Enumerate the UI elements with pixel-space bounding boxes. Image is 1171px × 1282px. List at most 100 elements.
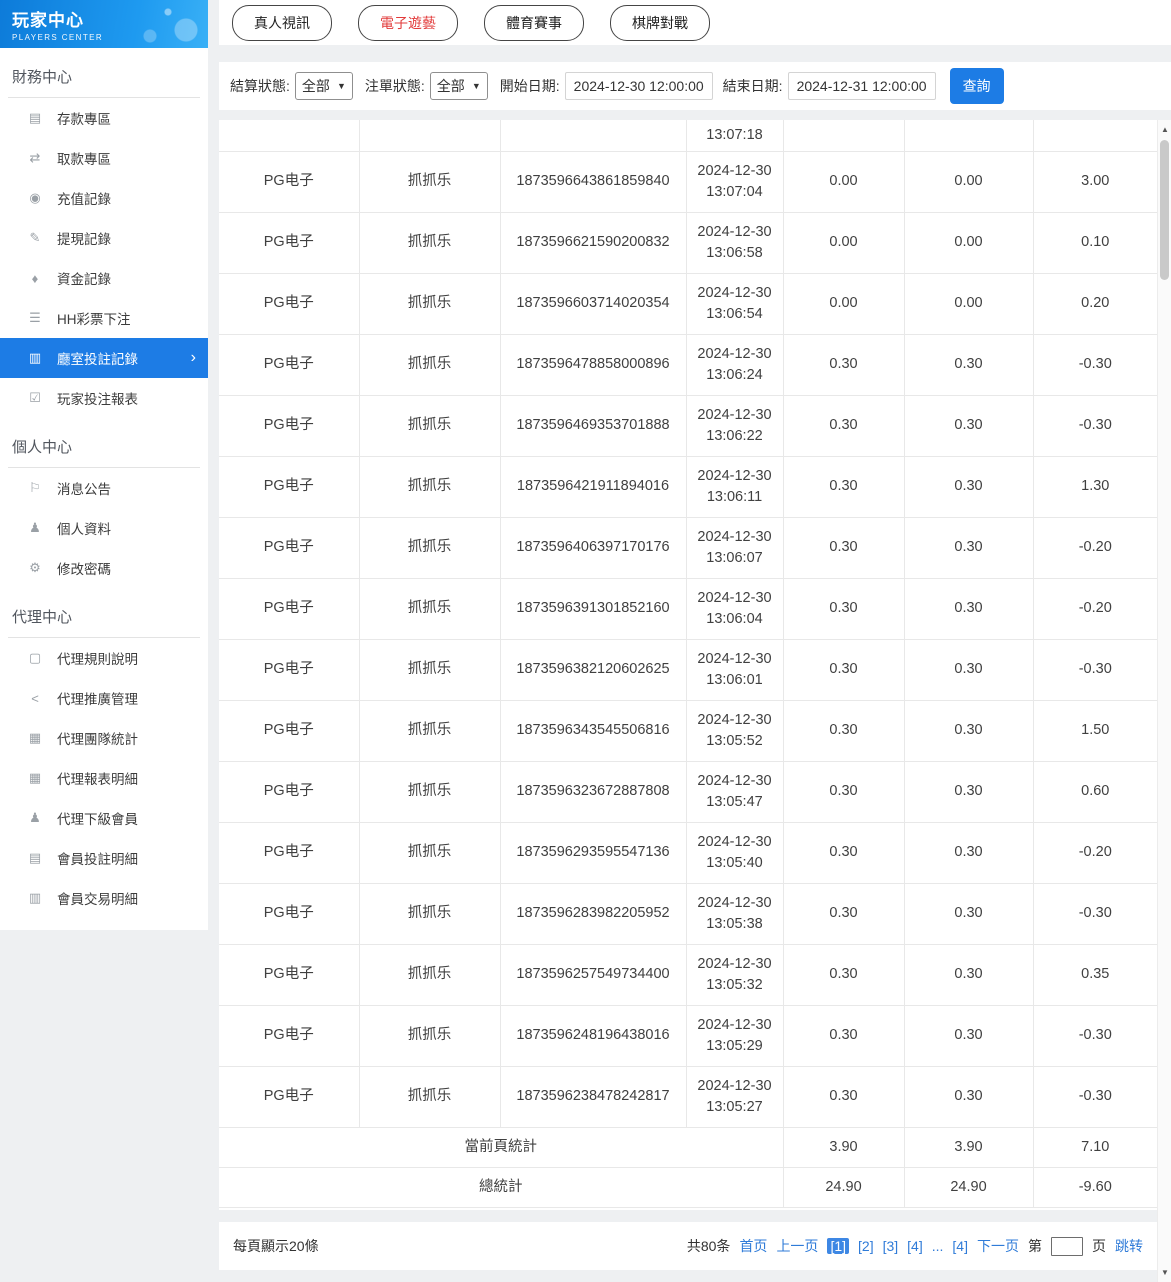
page-link[interactable]: [4] [907, 1238, 923, 1254]
tab-sports[interactable]: 體育賽事 [484, 5, 584, 41]
jump-link[interactable]: 跳转 [1115, 1236, 1143, 1256]
summary-label: 當前頁統計 [219, 1127, 783, 1167]
deposit-icon: ▤ [26, 110, 44, 126]
sidebar-item-agent-sub-members[interactable]: ♟ 代理下級會員 [0, 798, 208, 838]
sidebar-item-label: 代理下級會員 [57, 808, 138, 828]
sidebar-item-agent-team-stats[interactable]: ▦ 代理團隊統計 [0, 718, 208, 758]
app-title: 玩家中心 [12, 6, 208, 31]
sidebar-item-label: 取款專區 [57, 148, 111, 168]
pagination-bar: 每頁顯示20條 共80条 首页 上一页 [1][2][3][4]...[4] 下… [219, 1222, 1157, 1270]
settle-status-label: 結算狀態: [230, 76, 290, 96]
summary-row: 當前頁統計3.903.907.10 [219, 1127, 1157, 1167]
scrollbar-thumb[interactable] [1160, 140, 1169, 280]
sidebar-item-label: 代理規則說明 [57, 648, 138, 668]
sidebar-item-label: 存款專區 [57, 108, 111, 128]
vertical-scrollbar[interactable]: ▲ ▼ [1157, 120, 1171, 1282]
table-row: PG电子抓抓乐18735962575497344002024-12-30 13:… [219, 944, 1157, 1005]
bell-icon: ⚐ [26, 480, 44, 496]
order-status-value: 全部 [437, 76, 465, 96]
sidebar-section-title: 代理中心 [8, 598, 200, 638]
withdrawal-record-icon: ✎ [26, 230, 44, 246]
sidebar-item-label: 玩家投注報表 [57, 388, 138, 408]
person-icon: ♟ [26, 520, 44, 536]
table-row: PG电子抓抓乐18735966438618598402024-12-30 13:… [219, 151, 1157, 212]
table-row: PG电子抓抓乐18735963435455068162024-12-30 13:… [219, 700, 1157, 761]
settle-status-value: 全部 [302, 76, 330, 96]
order-status-select[interactable]: 全部 ▼ [430, 72, 488, 100]
table-row: PG电子抓抓乐18735963913018521602024-12-30 13:… [219, 578, 1157, 639]
sidebar-item-player-bet-report[interactable]: ☑ 玩家投注報表 [0, 378, 208, 418]
document-icon: ▢ [26, 650, 44, 666]
summary-row: 總統計24.9024.90-9.60 [219, 1167, 1157, 1207]
sidebar-item-label: 消息公告 [57, 478, 111, 498]
page-links: [1][2][3][4]...[4] [827, 1238, 968, 1254]
page-link[interactable]: [1] [827, 1238, 849, 1254]
chart-icon: ▦ [26, 730, 44, 746]
sidebar-item-label: 會員交易明細 [57, 888, 138, 908]
pagination-controls: 共80条 首页 上一页 [1][2][3][4]...[4] 下一页 第 页 跳… [687, 1236, 1143, 1256]
bet-records: 13:07:18PG电子抓抓乐18735966438618598402024-1… [219, 120, 1157, 1208]
sidebar-section-title: 財務中心 [8, 58, 200, 98]
first-page-link[interactable]: 首页 [739, 1236, 767, 1256]
end-date-input[interactable] [788, 72, 936, 100]
jump-suffix: 页 [1092, 1236, 1106, 1256]
page-size-text: 每頁顯示20條 [233, 1236, 319, 1256]
page-link[interactable]: [2] [858, 1238, 874, 1254]
total-count: 共80条 [687, 1236, 731, 1256]
table-row: PG电子抓抓乐18735964063971701762024-12-30 13:… [219, 517, 1157, 578]
sidebar-item-deposit-zone[interactable]: ▤ 存款專區 [0, 98, 208, 138]
chart-icon: ▦ [26, 770, 44, 786]
sidebar-item-change-password[interactable]: ⚙修改密碼 [0, 548, 208, 588]
sidebar-item-messages[interactable]: ⚐ 消息公告 [0, 468, 208, 508]
table-row: PG电子抓抓乐18735964219118940162024-12-30 13:… [219, 456, 1157, 517]
table-row: PG电子抓抓乐18735963821206026252024-12-30 13:… [219, 639, 1157, 700]
sidebar-item-member-bet-detail[interactable]: ▤會員投註明細 [0, 838, 208, 878]
tab-electronic-games[interactable]: 電子遊藝 [358, 5, 458, 41]
prev-page-link[interactable]: 上一页 [776, 1236, 818, 1256]
people-icon: ♟ [26, 810, 44, 826]
sidebar: 玩家中心 PLAYERS CENTER 財務中心▤存款專區⇄取款專區◉充值記錄✎… [0, 0, 208, 930]
order-status-label: 注單狀態: [365, 76, 425, 96]
table-row: PG电子抓抓乐18735963236728878082024-12-30 13:… [219, 761, 1157, 822]
table-row: PG电子抓抓乐18735962481964380162024-12-30 13:… [219, 1005, 1157, 1066]
sidebar-item-funds-records[interactable]: ♦ 資金記錄 [0, 258, 208, 298]
next-page-link[interactable]: 下一页 [977, 1236, 1019, 1256]
sidebar-item-agent-promotion[interactable]: <代理推廣管理 [0, 678, 208, 718]
start-date-input[interactable] [565, 72, 713, 100]
sidebar-item-label: 資金記錄 [57, 268, 111, 288]
page-jump-input[interactable] [1051, 1237, 1083, 1256]
tab-live-video[interactable]: 真人視訊 [232, 5, 332, 41]
table-row-partial: 13:07:18 [219, 120, 1157, 151]
sidebar-item-agent-rules[interactable]: ▢ 代理規則說明 [0, 638, 208, 678]
page-link[interactable]: [4] [952, 1238, 968, 1254]
sidebar-item-hh-lottery-bet[interactable]: ☰HH彩票下注 [0, 298, 208, 338]
scroll-down-icon[interactable]: ▼ [1158, 1265, 1171, 1280]
share-icon: < [26, 691, 44, 706]
sidebar-item-recharge-records[interactable]: ◉充值記錄 [0, 178, 208, 218]
lottery-icon: ☰ [26, 310, 44, 326]
sidebar-item-room-bet-records[interactable]: ▥廳室投註記錄› [0, 338, 208, 378]
list-icon: ▥ [26, 890, 44, 906]
table-row: PG电子抓抓乐18735964788580008962024-12-30 13:… [219, 334, 1157, 395]
sidebar-item-member-transaction-detail[interactable]: ▥ 會員交易明細 [0, 878, 208, 918]
report-icon: ☑ [26, 390, 44, 406]
start-date-label: 開始日期: [500, 76, 560, 96]
settle-status-select[interactable]: 全部 ▼ [295, 72, 353, 100]
tab-board-games[interactable]: 棋牌對戰 [610, 5, 710, 41]
sidebar-item-label: 廳室投註記錄 [57, 348, 138, 368]
sidebar-section-title: 個人中心 [8, 428, 200, 468]
sidebar-item-withdrawal-records[interactable]: ✎提現記錄 [0, 218, 208, 258]
sidebar-item-profile[interactable]: ♟個人資料 [0, 508, 208, 548]
sidebar-item-agent-report-detail[interactable]: ▦代理報表明細 [0, 758, 208, 798]
search-button[interactable]: 查詢 [950, 68, 1004, 104]
room-bet-icon: ▥ [26, 350, 44, 366]
sidebar-item-label: 代理團隊統計 [57, 728, 138, 748]
funds-icon: ♦ [26, 271, 44, 286]
scroll-up-icon[interactable]: ▲ [1158, 122, 1171, 137]
sidebar-item-withdraw-zone[interactable]: ⇄取款專區 [0, 138, 208, 178]
sidebar-menu: 財務中心 ▤ 存款專區 ⇄取款專區◉充值記錄✎提現記錄 ♦ 資金記錄 ☰HH彩票下注 ▥ 廳室投… [0, 58, 208, 918]
table-row: PG电子抓抓乐18735962839822059522024-12-30 13:… [219, 883, 1157, 944]
chevron-down-icon: ▼ [337, 81, 346, 91]
category-tabs: 真人視訊電子遊藝體育賽事棋牌對戰 [219, 0, 1171, 45]
page-link[interactable]: [3] [883, 1238, 899, 1254]
